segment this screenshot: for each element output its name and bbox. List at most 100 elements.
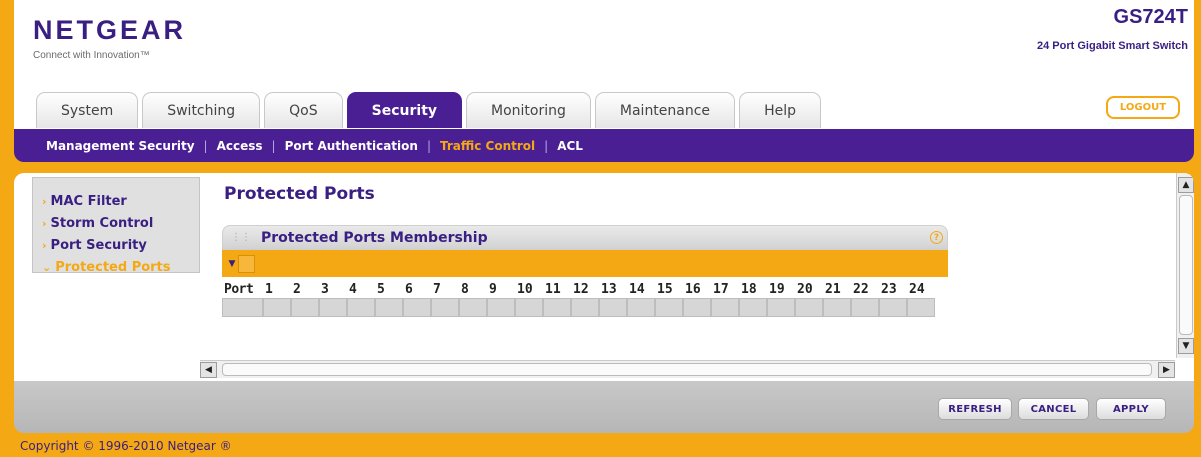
logo-tagline: Connect with Innovation™ <box>33 50 150 61</box>
port-membership-checkbox[interactable] <box>403 298 431 317</box>
port-number-label: 13 <box>601 281 617 297</box>
help-icon[interactable]: ? <box>930 231 943 244</box>
port-number-label: 7 <box>433 281 441 297</box>
port-membership-checkbox[interactable] <box>459 298 487 317</box>
subnav-acl[interactable]: ACL <box>557 139 583 153</box>
group-dropdown[interactable]: ▼ <box>226 254 256 274</box>
port-number-label: 12 <box>573 281 589 297</box>
port-number-label: 24 <box>909 281 925 297</box>
chevron-right-icon: › <box>42 238 47 252</box>
port-membership-checkbox[interactable] <box>823 298 851 317</box>
horizontal-scroll-thumb[interactable] <box>222 363 1152 376</box>
port-membership-checkbox[interactable] <box>907 298 935 317</box>
vertical-scroll-thumb[interactable] <box>1179 195 1193 335</box>
port-membership-checkbox[interactable] <box>711 298 739 317</box>
port-membership-checkbox[interactable] <box>739 298 767 317</box>
tab-switching[interactable]: Switching <box>142 92 261 128</box>
port-number-label: 5 <box>377 281 385 297</box>
horizontal-scrollbar[interactable]: ◀ ▶ <box>200 360 1175 378</box>
port-membership-checkbox[interactable] <box>319 298 347 317</box>
port-membership-checkbox[interactable] <box>543 298 571 317</box>
scroll-left-icon[interactable]: ◀ <box>200 362 217 378</box>
chevron-down-icon: ⌄ <box>42 260 52 274</box>
port-number-label: 1 <box>265 281 273 297</box>
port-number-label: 18 <box>741 281 757 297</box>
port-membership-checkbox[interactable] <box>291 298 319 317</box>
refresh-button[interactable]: REFRESH <box>938 398 1012 420</box>
main-tabs: System Switching QoS Security Monitoring… <box>36 92 825 128</box>
leftnav-label: Protected Ports <box>55 259 171 275</box>
apply-button[interactable]: APPLY <box>1096 398 1166 420</box>
tab-maintenance[interactable]: Maintenance <box>594 92 736 128</box>
leftnav-item-storm-control[interactable]: › Storm Control <box>42 212 199 234</box>
subnav-management-security[interactable]: Management Security <box>46 139 195 153</box>
chevron-right-icon: › <box>42 194 47 208</box>
port-membership-checkbox[interactable] <box>599 298 627 317</box>
group-select-bar: ▼ <box>222 250 948 277</box>
tab-security[interactable]: Security <box>346 92 463 128</box>
dropdown-value-box <box>238 254 255 273</box>
subnav-port-authentication[interactable]: Port Authentication <box>285 139 418 153</box>
port-number-label: 11 <box>545 281 561 297</box>
vertical-scrollbar[interactable]: ▲ ▼ <box>1176 173 1194 358</box>
port-membership-checkbox[interactable] <box>851 298 879 317</box>
port-membership-checkbox[interactable] <box>431 298 459 317</box>
port-number-label: 19 <box>769 281 785 297</box>
tab-qos[interactable]: QoS <box>264 92 343 128</box>
main-content: › MAC Filter › Storm Control › Port Secu… <box>14 173 1194 381</box>
tab-monitoring[interactable]: Monitoring <box>466 92 591 128</box>
port-number-label: 20 <box>797 281 813 297</box>
port-membership-checkbox[interactable] <box>879 298 907 317</box>
scroll-right-icon[interactable]: ▶ <box>1158 362 1175 378</box>
leftnav-item-port-security[interactable]: › Port Security <box>42 234 199 256</box>
port-number-label: 6 <box>405 281 413 297</box>
membership-row-label-cell <box>222 298 263 317</box>
port-number-label: 14 <box>629 281 645 297</box>
port-number-label: 16 <box>685 281 701 297</box>
port-membership-checkbox[interactable] <box>487 298 515 317</box>
scroll-down-icon[interactable]: ▼ <box>1178 338 1194 354</box>
subnav-separator: | <box>203 138 208 153</box>
left-navigation: › MAC Filter › Storm Control › Port Secu… <box>32 177 200 275</box>
port-membership-checkbox[interactable] <box>627 298 655 317</box>
port-membership-checkbox[interactable] <box>263 298 291 317</box>
scroll-up-icon[interactable]: ▲ <box>1178 177 1194 193</box>
port-number-label: 17 <box>713 281 729 297</box>
port-number-label: 10 <box>517 281 533 297</box>
tab-system[interactable]: System <box>36 92 139 128</box>
panel-title: Protected Ports Membership <box>261 229 488 246</box>
port-membership-checkbox[interactable] <box>347 298 375 317</box>
header: NETGEAR Connect with Innovation™ GS724T … <box>14 0 1194 145</box>
subnav-access[interactable]: Access <box>217 139 263 153</box>
port-number-label: 22 <box>853 281 869 297</box>
port-membership-checkbox[interactable] <box>767 298 795 317</box>
port-number-label: 2 <box>293 281 301 297</box>
tab-help[interactable]: Help <box>739 92 821 128</box>
subnav-separator: | <box>271 138 276 153</box>
port-number-label: 15 <box>657 281 673 297</box>
port-membership-checkbox[interactable] <box>375 298 403 317</box>
port-membership-checkbox[interactable] <box>571 298 599 317</box>
port-membership-checkbox[interactable] <box>795 298 823 317</box>
netgear-logo[interactable]: NETGEAR <box>33 15 186 46</box>
port-number-label: 23 <box>881 281 897 297</box>
subnav-separator: | <box>544 138 549 153</box>
panel-header: ⋮⋮ Protected Ports Membership ? <box>222 225 948 250</box>
port-number-label: 21 <box>825 281 841 297</box>
port-number-label: 8 <box>461 281 469 297</box>
leftnav-item-protected-ports[interactable]: ⌄ Protected Ports <box>42 256 199 278</box>
port-membership-checkbox[interactable] <box>683 298 711 317</box>
leftnav-item-mac-filter[interactable]: › MAC Filter <box>42 190 199 212</box>
port-number-label: 9 <box>489 281 497 297</box>
protected-ports-panel: ⋮⋮ Protected Ports Membership ? ▼ Port 1… <box>222 225 948 355</box>
logout-button[interactable]: LOGOUT <box>1106 96 1180 119</box>
subnav-separator: | <box>426 138 431 153</box>
subnav-traffic-control[interactable]: Traffic Control <box>440 139 535 153</box>
port-number-label: 3 <box>321 281 329 297</box>
port-membership-checkbox[interactable] <box>655 298 683 317</box>
port-membership-checkbox[interactable] <box>515 298 543 317</box>
cancel-button[interactable]: CANCEL <box>1018 398 1089 420</box>
drag-grip-icon: ⋮⋮ <box>231 232 251 243</box>
chevron-right-icon: › <box>42 216 47 230</box>
leftnav-label: Port Security <box>50 237 147 253</box>
